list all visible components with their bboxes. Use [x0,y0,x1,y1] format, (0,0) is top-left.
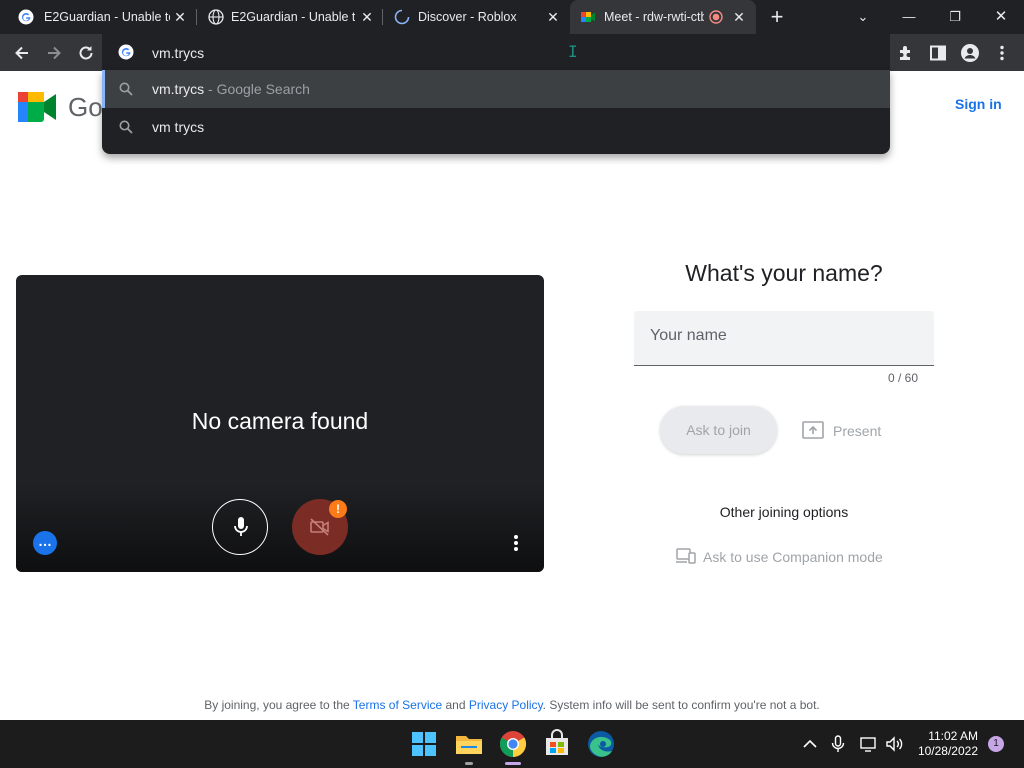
profile-icon[interactable] [960,43,980,63]
browser-tab-strip: E2Guardian - Unable to ✕ E2Guardian - Un… [0,0,1024,34]
google-meet-logo-text: Go [68,92,103,122]
maximize-button[interactable]: ❐ [944,6,966,28]
network-icon[interactable] [859,734,879,754]
other-joining-options-heading: Other joining options [719,504,849,520]
suggestion-text: vm.trycs - Google Search [152,81,310,97]
terms-of-service-link[interactable]: Terms of Service [353,698,442,712]
omnibox-input-value[interactable]: vm.trycs [152,45,204,61]
sign-in-link[interactable]: Sign in [955,96,1002,112]
ask-to-join-button[interactable]: Ask to join [660,406,777,454]
terms-footer: By joining, you agree to the Terms of Se… [0,698,1024,712]
more-effects-button[interactable]: … [33,531,57,555]
extensions-puzzle-icon[interactable] [896,43,916,63]
close-icon[interactable]: ✕ [171,8,189,26]
companion-mode-icon[interactable] [676,548,696,564]
globe-icon [208,9,224,25]
preview-gradient [16,482,544,572]
present-screen-icon[interactable] [802,420,824,440]
text-cursor-icon: I [568,42,578,61]
running-indicator [465,762,473,765]
camera-preview: No camera found … ! [16,275,544,572]
tab-roblox[interactable]: Discover - Roblox ✕ [382,0,568,34]
clock-date: 10/28/2022 [917,744,978,758]
system-clock[interactable]: 11:02 AM 10/28/2022 [912,729,978,759]
close-icon[interactable]: ✕ [358,8,376,26]
active-indicator [505,762,521,765]
windows-taskbar: 11:02 AM 10/28/2022 1 [0,720,1024,768]
google-meet-logo-icon [18,92,56,122]
suggestion-item[interactable]: vm.trycs - Google Search [102,70,890,108]
tab-title: Discover - Roblox [418,10,517,24]
privacy-policy-link[interactable]: Privacy Policy [469,698,543,712]
more-options-icon[interactable] [510,533,522,553]
minimize-button[interactable]: — [898,6,920,28]
camera-warning-badge: ! [329,500,347,518]
side-panel-icon[interactable] [928,43,948,63]
tab-meet[interactable]: Meet - rdw-rwti-ctb ✕ [570,0,756,34]
google-g-icon [18,9,34,25]
microphone-in-use-icon[interactable] [828,734,848,754]
notification-badge[interactable]: 1 [988,736,1004,752]
tab-title: Meet - rdw-rwti-ctb [604,10,704,24]
camera-off-icon [310,518,329,536]
suggestion-item[interactable]: vm trycs [102,108,890,146]
microphone-icon [234,517,248,536]
show-hidden-icons-icon[interactable] [800,734,820,754]
close-icon[interactable]: ✕ [730,8,748,26]
back-arrow-icon[interactable] [12,43,32,63]
volume-icon[interactable] [884,734,904,754]
footer-and: and [442,698,469,712]
clock-time: 11:02 AM [928,729,978,743]
join-title: What's your name? [685,260,883,286]
tab-e2guardian-2[interactable]: E2Guardian - Unable to ✕ [196,0,382,34]
microsoft-store-icon[interactable] [541,728,573,760]
windows-start-icon[interactable] [408,728,440,760]
tab-title: E2Guardian - Unable to [44,10,170,24]
close-icon[interactable]: ✕ [544,8,562,26]
google-g-icon [118,44,134,60]
tab-search-icon[interactable]: ⌄ [852,6,874,28]
new-tab-button[interactable]: + [767,6,787,28]
footer-prefix: By joining, you agree to the [204,698,353,712]
chrome-icon[interactable] [497,728,529,760]
tab-e2guardian-1[interactable]: E2Guardian - Unable to ✕ [0,0,196,34]
window-close-button[interactable]: ✕ [990,6,1012,28]
companion-mode-label[interactable]: Ask to use Companion mode [703,549,883,565]
name-field[interactable] [634,311,934,366]
screen: E2Guardian - Unable to ✕ E2Guardian - Un… [0,0,1024,768]
footer-suffix: . System info will be sent to confirm yo… [542,698,820,712]
suggestion-text: vm trycs [152,119,205,135]
omnibox[interactable]: vm.trycs [102,34,890,70]
recording-icon [709,10,723,24]
no-camera-message: No camera found [191,408,369,434]
file-explorer-icon[interactable] [453,728,485,760]
meet-icon [581,12,595,22]
name-char-counter: 0 / 60 [887,371,918,385]
loading-spinner-icon [394,9,410,25]
microphone-toggle-button[interactable] [212,499,268,555]
edge-icon[interactable] [585,728,617,760]
tab-title: E2Guardian - Unable to [231,10,355,24]
search-icon [119,82,133,96]
kebab-menu-icon[interactable] [992,43,1012,63]
forward-arrow-icon[interactable] [44,43,64,63]
name-input[interactable] [650,327,920,345]
reload-icon[interactable] [76,43,96,63]
present-button-label[interactable]: Present [833,423,881,439]
omnibox-suggestions: vm.trycs - Google Search vm trycs [102,70,890,154]
search-icon [119,120,133,134]
